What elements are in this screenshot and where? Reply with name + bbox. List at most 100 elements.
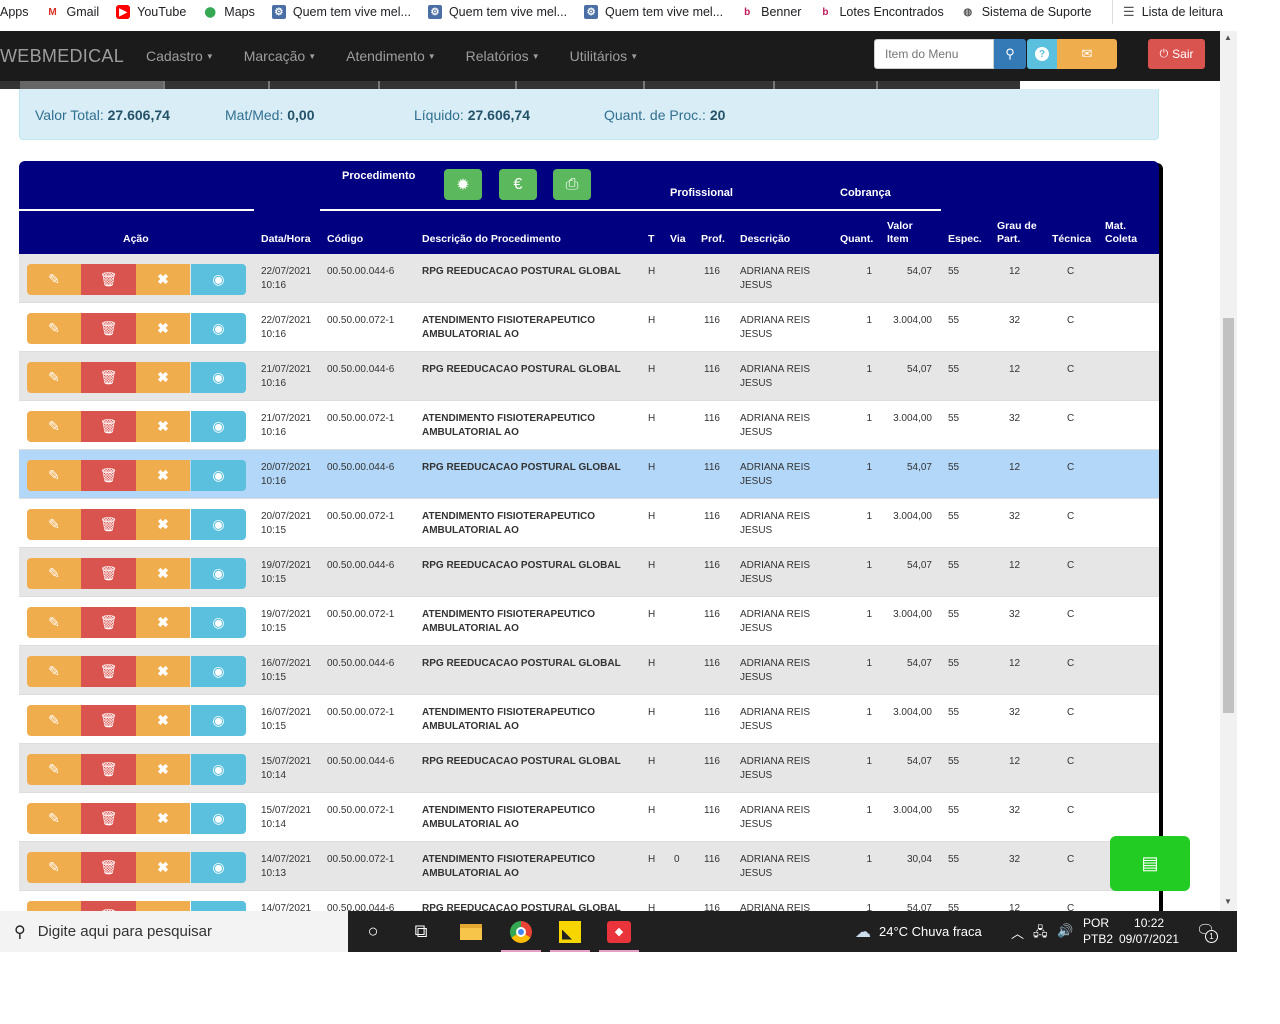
mail-button[interactable]: ✉ — [1057, 39, 1117, 69]
sun-button[interactable]: ✹ — [444, 169, 482, 200]
delete-button[interactable]: 🗑 — [81, 558, 136, 589]
edit-button[interactable]: ✎ — [27, 754, 81, 785]
view-button[interactable]: ◉ — [191, 901, 246, 911]
edit-button[interactable]: ✎ — [27, 607, 81, 638]
taskbar-clock[interactable]: 10:22 09/07/2021 — [1119, 915, 1179, 947]
table-row[interactable]: ✎ 🗑 ✖ ◉ 20/07/2021 10:15 00.50.00.072-1 ATENDIM… — [19, 499, 1159, 548]
table-row[interactable]: ✎ 🗑 ✖ ◉ 16/07/2021 10:15 00.50.00.072-1 ATENDIM… — [19, 695, 1159, 744]
delete-button[interactable]: 🗑 — [81, 460, 136, 491]
scroll-up-icon[interactable]: ▲ — [1224, 33, 1232, 42]
volume-icon[interactable]: 🔊 — [1057, 923, 1073, 939]
menu-search-input[interactable] — [874, 39, 994, 69]
edit-button[interactable]: ✎ — [27, 705, 81, 736]
bookmark-gmail[interactable]: M Gmail — [46, 5, 99, 19]
table-row[interactable]: ✎ 🗑 ✖ ◉ 22/07/2021 10:16 00.50.00.044-6 RPG REE… — [19, 254, 1159, 303]
delete-button[interactable]: 🗑 — [81, 852, 136, 883]
menu-cadastro[interactable]: Cadastro ▼ — [146, 48, 214, 64]
view-button[interactable]: ◉ — [191, 607, 246, 638]
table-row[interactable]: ✎ 🗑 ✖ ◉ 21/07/2021 10:16 00.50.00.072-1 ATENDIM… — [19, 401, 1159, 450]
view-button[interactable]: ◉ — [191, 803, 246, 834]
edit-button[interactable]: ✎ — [27, 656, 81, 687]
delete-button[interactable]: 🗑 — [81, 362, 136, 393]
view-button[interactable]: ◉ — [191, 754, 246, 785]
delete-button[interactable]: 🗑 — [81, 411, 136, 442]
table-row[interactable]: ✎ 🗑 ✖ ◉ 16/07/2021 10:15 00.50.00.044-6 RPG REE… — [19, 646, 1159, 695]
delete-button[interactable]: 🗑 — [81, 264, 136, 295]
chevron-up-icon[interactable]: ︿ — [1011, 923, 1024, 942]
cancel-button[interactable]: ✖ — [136, 852, 190, 883]
anydesk-button[interactable]: ◆ — [595, 911, 643, 952]
help-button[interactable]: ? — [1027, 39, 1057, 69]
cortana-button[interactable]: ○ — [349, 911, 397, 952]
edit-button[interactable]: ✎ — [27, 313, 81, 344]
menu-relatorios[interactable]: Relatórios ▼ — [466, 48, 540, 64]
task-view-button[interactable]: ⧉ — [397, 911, 445, 952]
table-row[interactable]: ✎🗑✖◉ 14/07/2021 00.50.00.044-6 RPG REEDUCAC… — [19, 891, 1159, 911]
bookmark-lotes[interactable]: b Lotes Encontrados — [818, 5, 943, 19]
cancel-button[interactable]: ✖ — [136, 460, 190, 491]
euro-button[interactable]: € — [499, 169, 537, 200]
cancel-button[interactable]: ✖ — [136, 264, 190, 295]
cancel-button[interactable]: ✖ — [136, 509, 190, 540]
edit-button[interactable]: ✎ — [27, 264, 81, 295]
edit-button[interactable]: ✎ — [27, 509, 81, 540]
scroll-down-icon[interactable]: ▼ — [1224, 897, 1232, 906]
edit-button[interactable]: ✎ — [27, 460, 81, 491]
floating-action-button[interactable]: ▤ — [1110, 836, 1190, 891]
cancel-button[interactable]: ✖ — [136, 558, 190, 589]
menu-marcacao[interactable]: Marcação ▼ — [244, 48, 316, 64]
bookmark-quem-1[interactable]: ⚙ Quem tem vive mel... — [271, 5, 411, 19]
menu-atendimento[interactable]: Atendimento ▼ — [346, 48, 436, 64]
menu-utilitarios[interactable]: Utilitários ▼ — [570, 48, 639, 64]
view-button[interactable]: ◉ — [191, 460, 246, 491]
table-row[interactable]: ✎ 🗑 ✖ ◉ 19/07/2021 10:15 00.50.00.072-1 ATENDIM… — [19, 597, 1159, 646]
delete-button[interactable]: 🗑 — [81, 754, 136, 785]
file-explorer-button[interactable] — [447, 911, 495, 952]
bookmark-maps[interactable]: ⬤ Maps — [203, 5, 255, 19]
table-row[interactable]: ✎ 🗑 ✖ ◉ 20/07/2021 10:16 00.50.00.044-6 RPG REE… — [19, 450, 1159, 499]
view-button[interactable]: ◉ — [191, 705, 246, 736]
cancel-button[interactable]: ✖ — [136, 313, 190, 344]
delete-button[interactable]: 🗑 — [81, 607, 136, 638]
edit-button[interactable]: ✎ — [27, 803, 81, 834]
cancel-button[interactable]: ✖ — [136, 362, 190, 393]
bookmark-quem-3[interactable]: ⚙ Quem tem vive mel... — [584, 5, 723, 19]
view-button[interactable]: ◉ — [191, 558, 246, 589]
table-row[interactable]: ✎ 🗑 ✖ ◉ 22/07/2021 10:16 00.50.00.072-1 ATENDIM… — [19, 303, 1159, 352]
notification-button[interactable]: 🗨 1 — [1196, 921, 1218, 943]
cancel-button[interactable]: ✖ — [136, 656, 190, 687]
bookmark-youtube[interactable]: ▶ YouTube — [116, 5, 186, 19]
delete-button[interactable]: 🗑 — [81, 705, 136, 736]
logout-button[interactable]: ⏻ Sair — [1148, 39, 1205, 69]
cancel-button[interactable]: ✖ — [136, 411, 190, 442]
page-scrollbar[interactable]: ▲ ▼ — [1220, 31, 1237, 911]
reading-list[interactable]: ☰ Lista de leitura — [1112, 0, 1223, 24]
table-row[interactable]: ✎ 🗑 ✖ ◉ 15/07/2021 10:14 00.50.00.044-6 RPG REE… — [19, 744, 1159, 793]
view-button[interactable]: ◉ — [191, 264, 246, 295]
view-button[interactable]: ◉ — [191, 313, 246, 344]
table-row[interactable]: ✎ 🗑 ✖ ◉ 21/07/2021 10:16 00.50.00.044-6 RPG REE… — [19, 352, 1159, 401]
weather-widget[interactable]: ☁ 24°C Chuva fraca — [855, 911, 982, 952]
delete-button[interactable]: 🗑 — [81, 509, 136, 540]
menu-search-button[interactable]: ⚲ — [994, 39, 1026, 69]
view-button[interactable]: ◉ — [191, 362, 246, 393]
delete-button[interactable]: 🗑 — [81, 901, 136, 911]
view-button[interactable]: ◉ — [191, 411, 246, 442]
language-indicator[interactable]: POR PTB2 — [1083, 915, 1113, 947]
chrome-button[interactable] — [497, 911, 545, 952]
edit-button[interactable]: ✎ — [27, 558, 81, 589]
scroll-thumb[interactable] — [1223, 318, 1234, 713]
bookmark-apps[interactable]: Apps — [0, 5, 29, 19]
cancel-button[interactable]: ✖ — [136, 705, 190, 736]
inbox-button[interactable]: ⎙ — [553, 169, 591, 200]
bookmark-benner[interactable]: b Benner — [740, 5, 801, 19]
table-row[interactable]: ✎ 🗑 ✖ ◉ 19/07/2021 10:15 00.50.00.044-6 RPG REE… — [19, 548, 1159, 597]
taskbar-search[interactable]: ⚲ Digite aqui para pesquisar — [0, 911, 348, 952]
tab-active[interactable] — [20, 81, 163, 89]
view-button[interactable]: ◉ — [191, 852, 246, 883]
bookmark-suporte[interactable]: ◍ Sistema de Suporte — [961, 5, 1091, 19]
cancel-button[interactable]: ✖ — [136, 607, 190, 638]
edit-button[interactable]: ✎ — [27, 901, 81, 911]
brand-logo[interactable]: WEBMEDICAL — [0, 46, 146, 67]
view-button[interactable]: ◉ — [191, 509, 246, 540]
